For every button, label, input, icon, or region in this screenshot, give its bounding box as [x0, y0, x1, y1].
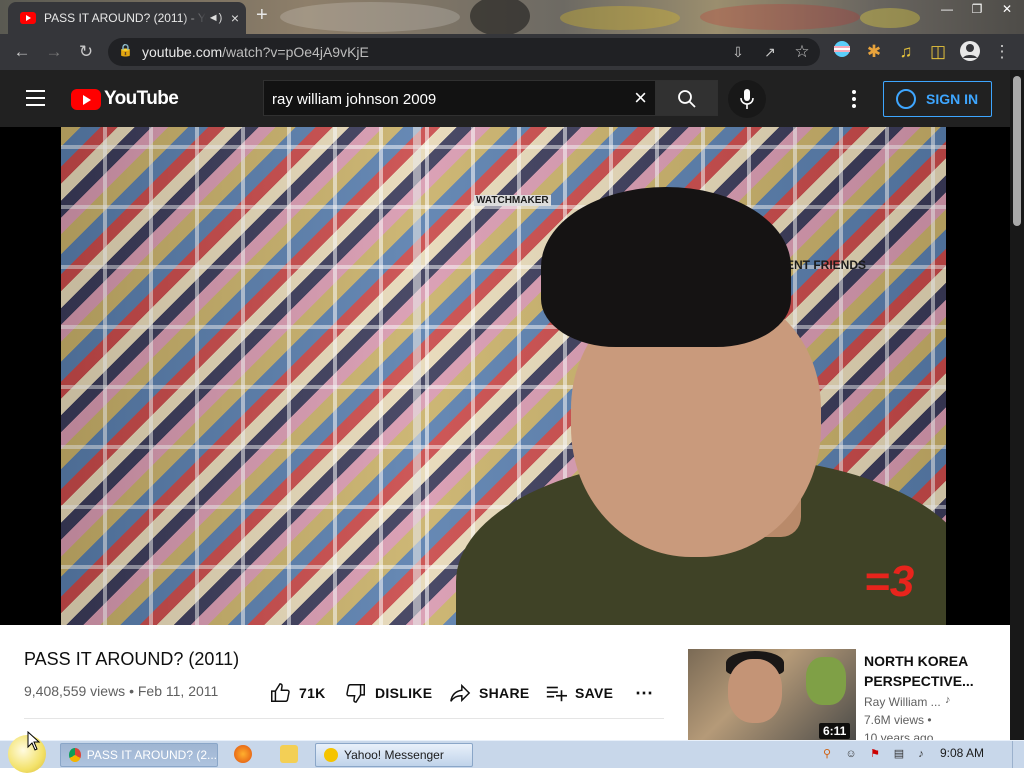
restore-window-icon[interactable]: ❐	[962, 0, 992, 20]
tab-audio-icon[interactable]: ◄)	[206, 12, 224, 24]
close-window-icon[interactable]: ✕	[992, 0, 1022, 20]
tray-emoticon-icon[interactable]: ☺	[844, 747, 858, 761]
tab-close-icon[interactable]: ×	[224, 10, 246, 26]
account-circle-icon	[896, 89, 916, 109]
browser-tab-title: PASS IT AROUND? (2011) - YouTube	[44, 11, 206, 25]
install-app-icon[interactable]: ⇩	[726, 40, 750, 64]
more-actions-icon[interactable]: ⋯	[635, 679, 653, 707]
bookmark-star-icon[interactable]: ☆	[790, 40, 814, 64]
search-icon	[678, 90, 696, 108]
scrollbar-thumb[interactable]	[1013, 76, 1021, 226]
forward-arrow-icon[interactable]: →	[42, 40, 66, 64]
flag-action-center-icon[interactable]: ⚑	[868, 747, 882, 761]
dislike-button[interactable]: DISLIKE	[345, 679, 432, 707]
like-count: 71K	[299, 685, 326, 701]
microphone-icon	[740, 89, 754, 109]
back-arrow-icon[interactable]: ←	[10, 40, 34, 64]
reload-icon[interactable]: ↻	[74, 40, 98, 64]
video-meta: 9,408,559 views • Feb 11, 2011	[24, 683, 219, 699]
show-desktop-button[interactable]	[1012, 741, 1024, 768]
upload-date: Feb 11, 2011	[137, 683, 219, 699]
lock-icon[interactable]: 🔒	[118, 43, 133, 57]
minimize-window-icon[interactable]: —	[932, 0, 962, 20]
channel-watermark-text: =3	[864, 557, 915, 606]
video-player[interactable]: WATCHMAKER SENT FRIENDS =3	[0, 127, 1010, 625]
taskbar-yahoo-messenger[interactable]: Yahoo! Messenger	[315, 743, 473, 767]
clear-search-icon[interactable]: ×	[634, 85, 647, 111]
taskbar-clock[interactable]: 9:08 AM	[940, 746, 984, 760]
recommended-video-item[interactable]: 6:11 NORTH KOREA PERSPECTIVE... Ray Will…	[688, 649, 1003, 745]
recommended-channel[interactable]: Ray William ...	[864, 695, 941, 709]
share-label: SHARE	[479, 685, 530, 701]
volume-icon[interactable]: ♪	[914, 747, 928, 761]
dislike-label: DISLIKE	[375, 685, 433, 701]
video-title: PASS IT AROUND? (2011)	[24, 649, 240, 669]
save-label: SAVE	[575, 685, 614, 701]
search-input[interactable]	[270, 87, 614, 111]
search-button[interactable]	[655, 80, 718, 116]
browser-menu-icon[interactable]: ⋮	[990, 40, 1014, 64]
music-note-icon: ♪	[945, 694, 951, 706]
mouse-cursor-icon	[27, 731, 41, 751]
side-panel-icon[interactable]: ◫	[926, 40, 950, 64]
browser-tab-active[interactable]: PASS IT AROUND? (2011) - YouTube ◄) ×	[8, 2, 246, 34]
windows-taskbar: PASS IT AROUND? (2... Yahoo! Messenger ⚲…	[0, 735, 1024, 773]
chrome-icon	[69, 748, 81, 762]
sign-in-label: SIGN IN	[926, 91, 979, 107]
media-playlist-icon[interactable]: ♫	[894, 40, 918, 64]
new-tab-button[interactable]: +	[256, 4, 268, 27]
wall-text-watchmaker: WATCHMAKER	[474, 195, 551, 206]
youtube-logo[interactable]: YouTube	[71, 88, 179, 110]
page-scrollbar[interactable]	[1010, 70, 1024, 740]
taskbar-chrome-window[interactable]: PASS IT AROUND? (2...	[60, 743, 218, 767]
sign-in-button[interactable]: SIGN IN	[883, 81, 992, 117]
address-bar[interactable]: 🔒 youtube.com/watch?v=pOe4jA9vKjE	[108, 38, 820, 66]
extensions-puzzle-icon[interactable]: ✱	[862, 40, 886, 64]
settings-more-icon[interactable]	[852, 90, 856, 111]
browser-tab-strip: PASS IT AROUND? (2011) - YouTube ◄) × + …	[0, 0, 1024, 34]
save-button[interactable]: SAVE	[545, 679, 613, 707]
search-tray-icon[interactable]: ⚲	[820, 747, 834, 761]
person-hair	[541, 187, 791, 347]
video-duration-badge: 6:11	[819, 723, 851, 739]
share-arrow-icon	[450, 683, 471, 703]
recommended-views: 7.6M views •	[864, 713, 932, 727]
browser-toolbar: ← → ↻ 🔒 youtube.com/watch?v=pOe4jA9vKjE …	[0, 34, 1024, 70]
video-frame[interactable]: WATCHMAKER SENT FRIENDS =3	[61, 127, 946, 625]
share-page-icon[interactable]: ↗	[758, 40, 782, 64]
file-explorer-icon[interactable]	[280, 745, 298, 763]
recommended-title[interactable]: NORTH KOREA PERSPECTIVE...	[864, 651, 974, 691]
voice-search-button[interactable]	[728, 80, 766, 118]
like-button[interactable]: 71K	[269, 679, 326, 707]
yahoo-smiley-icon	[324, 748, 338, 762]
thumbs-up-icon	[271, 683, 290, 702]
search-box[interactable]: ×	[263, 80, 655, 116]
youtube-logo-text: YouTube	[104, 88, 179, 109]
extension-flag-icon[interactable]	[830, 40, 854, 64]
youtube-play-logo-icon	[71, 88, 101, 110]
wall-text-friends: SENT FRIENDS	[778, 258, 867, 272]
guide-menu-icon[interactable]	[26, 90, 45, 106]
network-icon[interactable]: ▤	[892, 747, 906, 761]
youtube-masthead: YouTube × SIGN IN	[0, 70, 1010, 127]
youtube-favicon-icon	[20, 12, 36, 24]
address-url[interactable]: youtube.com/watch?v=pOe4jA9vKjE	[142, 44, 369, 60]
profile-avatar-icon[interactable]	[958, 40, 982, 64]
playlist-add-icon	[546, 686, 567, 702]
divider	[24, 718, 664, 719]
video-info-section: PASS IT AROUND? (2011) 9,408,559 views •…	[0, 625, 1010, 745]
firefox-icon[interactable]	[234, 745, 252, 763]
view-count: 9,408,559 views	[24, 683, 126, 699]
thumbs-down-icon	[346, 684, 365, 703]
share-button[interactable]: SHARE	[449, 679, 530, 707]
